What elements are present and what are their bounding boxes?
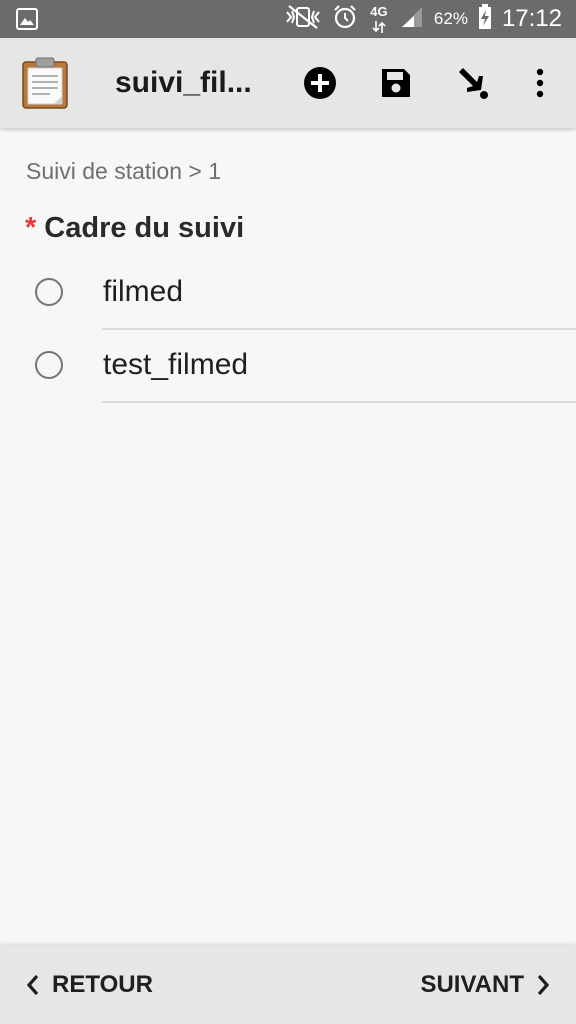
chevron-right-icon bbox=[537, 974, 550, 996]
vibrate-mute-icon bbox=[284, 4, 322, 35]
radio-button[interactable] bbox=[35, 278, 63, 306]
question-heading: * Cadre du suivi bbox=[25, 212, 244, 245]
save-icon bbox=[382, 69, 410, 97]
radio-button[interactable] bbox=[35, 351, 63, 379]
back-button[interactable]: RETOUR bbox=[26, 946, 153, 1024]
back-label: RETOUR bbox=[52, 971, 153, 998]
clipboard-app-icon bbox=[22, 57, 68, 109]
network-type-label: 4G bbox=[370, 4, 388, 19]
signal-icon bbox=[400, 6, 424, 33]
breadcrumb: Suivi de station > 1 bbox=[26, 158, 221, 184]
divider bbox=[102, 328, 576, 330]
radio-option-test-filmed[interactable]: test_filmed bbox=[0, 331, 576, 403]
question-label: Cadre du suivi bbox=[44, 212, 245, 244]
required-marker: * bbox=[25, 212, 37, 244]
alarm-icon bbox=[332, 4, 358, 35]
chevron-left-icon bbox=[26, 974, 39, 996]
save-button[interactable] bbox=[376, 63, 416, 103]
add-circle-icon bbox=[304, 67, 336, 99]
more-vert-icon bbox=[536, 68, 544, 98]
next-button[interactable]: SUIVANT bbox=[420, 946, 550, 1024]
screen: 4G 62% 17:12 suivi_fil... Suivi de stati… bbox=[0, 0, 576, 1024]
app-bar: suivi_fil... bbox=[0, 38, 576, 128]
add-instance-button[interactable] bbox=[300, 63, 340, 103]
next-label: SUIVANT bbox=[420, 971, 524, 998]
option-label: filmed bbox=[103, 275, 184, 308]
jump-icon bbox=[459, 68, 488, 99]
image-notification-icon bbox=[16, 8, 38, 35]
option-label: test_filmed bbox=[103, 348, 249, 381]
network-type-badge: 4G bbox=[368, 4, 390, 34]
bottom-navigation-bar: RETOUR SUIVANT bbox=[0, 946, 576, 1024]
clock: 17:12 bbox=[501, 5, 562, 32]
battery-percent: 62% bbox=[433, 9, 468, 28]
status-bar: 4G 62% 17:12 bbox=[0, 0, 576, 38]
jump-to-button[interactable] bbox=[452, 63, 492, 103]
more-options-button[interactable] bbox=[520, 63, 560, 103]
radio-option-filmed[interactable]: filmed bbox=[0, 258, 576, 330]
page-title: suivi_fil... bbox=[115, 66, 252, 99]
divider bbox=[102, 401, 576, 403]
battery-charging-icon bbox=[478, 3, 492, 35]
